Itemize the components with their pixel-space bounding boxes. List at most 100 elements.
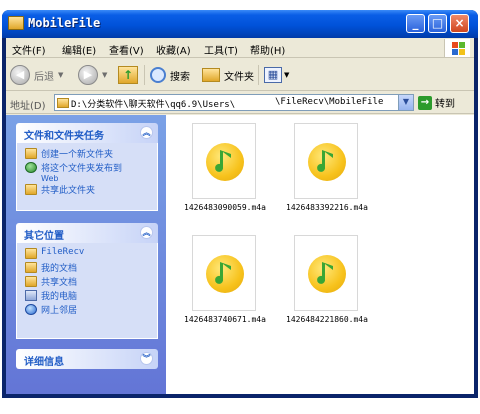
task-label: 共享此文件夹 [41,186,96,196]
collapse-chevron-icon[interactable]: ︽ [140,226,153,239]
place-label: 我的文档 [41,264,78,274]
other-places-panel: 其它位置 ︽ FileRecv 我的文档 共享文档 我的电脑 网上邻居 [16,223,158,339]
file-item[interactable]: 1426483090059.m4a [174,123,276,227]
menu-favorites[interactable]: 收藏(A) [156,42,191,57]
new-folder-icon [25,148,37,159]
details-panel: 详细信息 ︾ [16,349,158,369]
folders-label: 文件夹 [224,71,254,83]
windows-logo-icon [444,39,470,57]
task-pane: 文件和文件夹任务 ︽ 创建一个新文件夹 将这个文件夹发布到 Web 共享此文件夹… [6,115,166,394]
file-item[interactable]: 1426483740671.m4a [174,235,276,339]
up-folder-button[interactable]: ↑ [118,64,138,86]
menu-view[interactable]: 查看(V) [109,42,144,57]
chevron-down-icon: ▼ [58,71,64,79]
share-folder-icon [25,184,37,195]
my-documents-icon [25,262,37,273]
views-icon: ▦ [264,67,282,83]
content-area: 文件和文件夹任务 ︽ 创建一个新文件夹 将这个文件夹发布到 Web 共享此文件夹… [6,115,474,394]
folders-button[interactable]: 文件夹 [202,64,254,86]
task-publish-web[interactable]: 将这个文件夹发布到 Web [17,161,157,183]
place-label: FileRecv [41,247,85,257]
file-thumbnail [192,123,256,199]
address-input[interactable]: D:\分类软件\聊天软件\qq6.9\Users\ \FileRecv\Mobi… [54,94,414,111]
address-label: 地址(D) [10,101,46,112]
folder-icon [8,16,24,30]
place-label: 共享文档 [41,278,78,288]
folder-icon [25,248,37,259]
place-my-documents[interactable]: 我的文档 [17,261,157,275]
window-title: MobileFile [28,16,101,30]
address-path-right: \FileRecv\MobileFile [275,97,384,107]
address-path-left: D:\分类软件\聊天软件\qq6.9\Users\ [71,100,236,110]
place-label: 网上邻居 [41,306,78,316]
file-tasks-body: 创建一个新文件夹 将这个文件夹发布到 Web 共享此文件夹 [16,143,158,211]
file-name: 1426483090059.m4a [184,203,266,212]
minimize-button[interactable]: _ [406,14,425,33]
explorer-window: MobileFile _ □ × 文件(F) 编辑(E) 查看(V) 收藏(A)… [2,10,478,398]
file-name: 1426484221860.m4a [286,315,368,324]
task-share-folder[interactable]: 共享此文件夹 [17,183,157,197]
my-computer-icon [25,290,37,301]
expand-chevron-icon[interactable]: ︾ [140,352,153,365]
file-thumbnail [192,235,256,311]
go-label: 转到 [435,99,455,110]
place-shared-documents[interactable]: 共享文档 [17,275,157,289]
address-bar: 地址(D) D:\分类软件\聊天软件\qq6.9\Users\ \FileRec… [6,92,474,114]
chevron-down-icon: ▼ [102,71,108,79]
go-button[interactable]: → 转到 [418,95,455,110]
window-body: 文件(F) 编辑(E) 查看(V) 收藏(A) 工具(T) 帮助(H) ◀ 后退… [6,38,474,394]
collapse-chevron-icon[interactable]: ︽ [140,126,153,139]
menu-help[interactable]: 帮助(H) [250,42,285,57]
panel-title: 其它位置 [24,231,64,242]
address-dropdown-button[interactable]: ▼ [398,95,413,110]
title-bar[interactable]: MobileFile _ □ × [2,10,478,38]
shared-documents-icon [25,276,37,287]
back-button[interactable]: ◀ 后退 ▼ [10,64,63,86]
go-arrow-icon: → [418,95,432,110]
other-places-header[interactable]: 其它位置 ︽ [16,223,158,243]
views-button[interactable]: ▦ ▼ [264,64,289,86]
file-list: 1426483090059.m4a 1426483392216.m4a 1426… [166,115,474,394]
toolbar: ◀ 后退 ▼ ▶ ▼ ↑ 搜索 文件夹 ▦ ▼ [6,59,474,91]
search-label: 搜索 [170,71,190,83]
other-places-body: FileRecv 我的文档 共享文档 我的电脑 网上邻居 [16,243,158,339]
search-button[interactable]: 搜索 [150,64,190,86]
file-tasks-header[interactable]: 文件和文件夹任务 ︽ [16,123,158,143]
task-new-folder[interactable]: 创建一个新文件夹 [17,147,157,161]
music-note-icon [308,255,346,293]
task-sublabel: Web [41,174,59,183]
place-filerecv[interactable]: FileRecv [17,247,157,261]
forward-button[interactable]: ▶ ▼ [78,64,107,86]
panel-title: 详细信息 [24,357,64,368]
details-header[interactable]: 详细信息 ︾ [16,349,158,369]
menu-file[interactable]: 文件(F) [12,42,46,57]
file-thumbnail [294,235,358,311]
music-note-icon [206,143,244,181]
place-my-computer[interactable]: 我的电脑 [17,289,157,303]
up-folder-icon: ↑ [118,66,138,84]
folder-icon [57,98,69,108]
file-item[interactable]: 1426484221860.m4a [276,235,378,339]
file-name: 1426483392216.m4a [286,203,368,212]
file-name: 1426483740671.m4a [184,315,266,324]
chevron-down-icon: ▼ [284,71,290,79]
task-label: 创建一个新文件夹 [41,150,114,160]
maximize-button[interactable]: □ [428,14,447,33]
task-label: 将这个文件夹发布到 [41,164,123,174]
place-network[interactable]: 网上邻居 [17,303,157,317]
folders-icon [202,68,220,82]
network-places-icon [25,304,37,315]
menu-tools[interactable]: 工具(T) [204,42,238,57]
search-icon [150,67,166,83]
music-note-icon [308,143,346,181]
forward-arrow-icon: ▶ [78,65,98,85]
back-label: 后退 [34,71,54,83]
file-tasks-panel: 文件和文件夹任务 ︽ 创建一个新文件夹 将这个文件夹发布到 Web 共享此文件夹 [16,123,158,211]
music-note-icon [206,255,244,293]
place-label: 我的电脑 [41,292,78,302]
close-button[interactable]: × [450,14,469,33]
file-thumbnail [294,123,358,199]
back-arrow-icon: ◀ [10,65,30,85]
menu-edit[interactable]: 编辑(E) [62,42,96,57]
file-item[interactable]: 1426483392216.m4a [276,123,378,227]
